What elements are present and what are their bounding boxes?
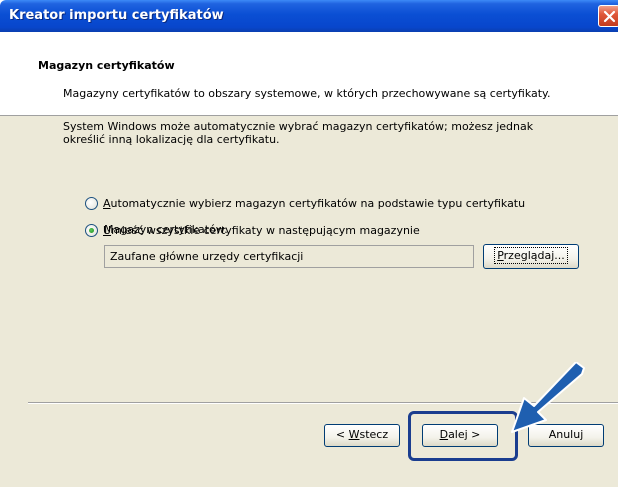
window-title: Kreator importu certyfikatów [9, 8, 224, 23]
radio-auto-select[interactable]: Automatycznie wybierz magazyn certyfikat… [85, 195, 525, 211]
radio-auto-select-label: Automatycznie wybierz magazyn certyfikat… [103, 196, 526, 210]
close-button[interactable] [598, 5, 618, 27]
intro-line-1: System Windows może automatycznie wybrać… [63, 120, 534, 133]
store-label: Magazyn certyfikatów: [104, 223, 228, 236]
radio-place-all-indicator[interactable] [85, 223, 98, 237]
page-title: Magazyn certyfikatów [38, 59, 175, 72]
intro-line-2: określić inną lokalizację dla certyfikat… [63, 133, 280, 146]
close-icon [603, 10, 616, 23]
wizard-header: Magazyn certyfikatów Magazyny certyfikat… [0, 32, 618, 116]
browse-button[interactable]: Przeglądaj... [483, 244, 579, 269]
page-description: Magazyny certyfikatów to obszary systemo… [63, 87, 551, 100]
back-button[interactable]: < Wstecz [324, 424, 400, 447]
title-bar[interactable]: Kreator importu certyfikatów [0, 0, 618, 32]
radio-auto-select-indicator[interactable] [85, 196, 98, 210]
pointer-arrow-icon [511, 362, 585, 433]
browse-button-label: Przeglądaj... [494, 247, 568, 264]
store-field: Zaufane główne urzędy certyfikacji [104, 245, 474, 268]
intro-text: System Windows może automatycznie wybrać… [63, 120, 593, 146]
